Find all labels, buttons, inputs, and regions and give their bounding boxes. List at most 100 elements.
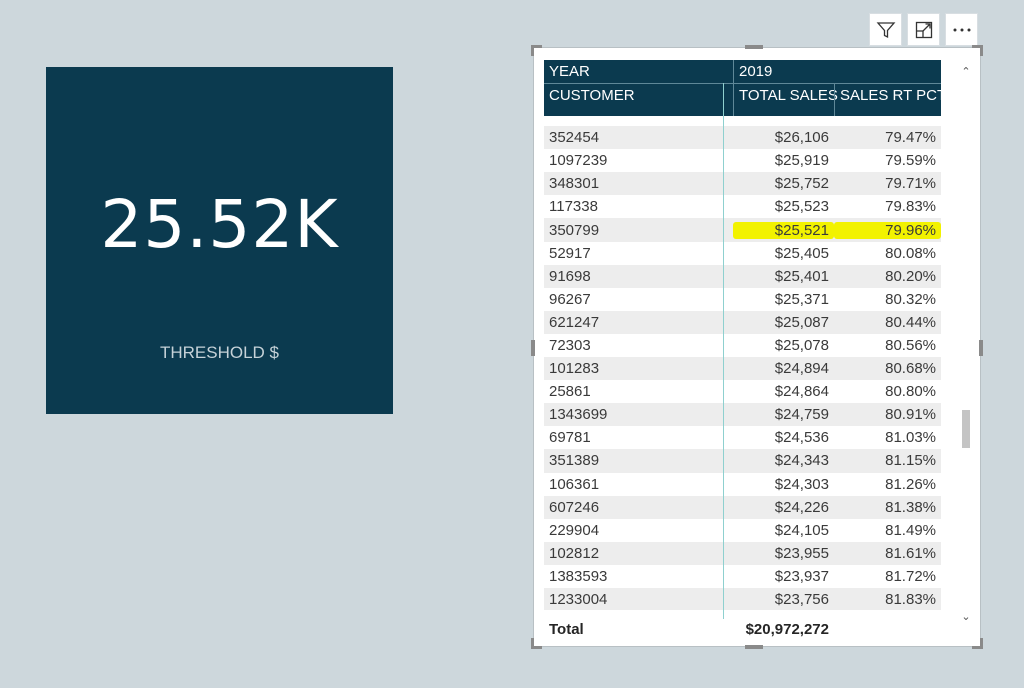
resize-handle-bottom-right[interactable] <box>972 638 983 649</box>
total-label: Total <box>549 621 584 638</box>
header-customer[interactable]: CUSTOMER <box>544 84 733 117</box>
customer-cell: 25861 <box>549 383 591 401</box>
sales-rt-pct-cell: 80.20% <box>885 267 936 285</box>
sales-rt-pct-cell: 80.44% <box>885 313 936 331</box>
sales-rt-pct-cell: 81.72% <box>885 567 936 585</box>
total-pct-value <box>834 619 941 643</box>
resize-handle-bottom-left[interactable] <box>531 638 542 649</box>
resize-handle-bottom[interactable] <box>745 645 763 649</box>
total-sales-cell: $25,523 <box>774 198 829 216</box>
total-sales-cell: $24,303 <box>774 475 829 493</box>
customer-cell: 117338 <box>549 198 598 216</box>
customer-cell: 72303 <box>549 336 591 354</box>
sales-rt-pct-cell: 81.03% <box>885 429 936 447</box>
table-row[interactable]: 52917 $25,405 80.08% <box>544 241 941 265</box>
sales-rt-pct-cell: 80.91% <box>885 406 936 424</box>
table-row[interactable]: 1383593 $23,937 81.72% <box>544 564 941 588</box>
table-rows: 352454 $26,106 79.47% 1097239 $25,919 79.59% 3… <box>544 116 941 610</box>
customer-cell: 621247 <box>549 313 600 331</box>
sales-rt-pct-cell: 79.96% <box>834 221 941 239</box>
resize-handle-top-right[interactable] <box>972 45 983 56</box>
sales-rt-pct-cell: 80.56% <box>885 336 936 354</box>
scroll-thumb[interactable] <box>962 410 970 448</box>
total-row: Total $20,972,272 <box>544 619 941 643</box>
table-row[interactable]: 72303 $25,078 80.56% <box>544 333 941 358</box>
table-row[interactable]: 69781 $24,536 81.03% <box>544 426 941 450</box>
table-row[interactable]: 96267 $25,371 80.32% <box>544 287 941 311</box>
scroll-down-icon[interactable]: ⌄ <box>959 610 973 624</box>
customer-cell: 350799 <box>549 221 600 239</box>
threshold-card[interactable]: 25.52K THRESHOLD $ <box>46 67 393 414</box>
vertical-scrollbar[interactable]: ⌃ ⌄ <box>959 62 973 624</box>
total-sales-cell: $25,752 <box>774 175 829 193</box>
table-row[interactable]: 350799 $25,521 79.96% <box>544 218 941 242</box>
customer-cell: 96267 <box>549 290 591 308</box>
sales-rt-pct-cell: 79.59% <box>885 152 936 170</box>
header-row-columns: CUSTOMER TOTAL SALES SALES RT PCT <box>544 83 946 117</box>
matrix-grid: YEAR 2019 CUSTOMER TOTAL SALES SALES RT … <box>544 60 946 610</box>
total-sales-cell: $24,536 <box>774 429 829 447</box>
customer-cell: 69781 <box>549 429 591 447</box>
total-sales-cell: $24,343 <box>774 452 829 470</box>
table-row[interactable]: 117338 $25,523 79.83% <box>544 195 941 219</box>
sales-rt-pct-cell: 81.15% <box>885 452 936 470</box>
table-row[interactable]: 352454 $26,106 79.47% <box>544 126 941 150</box>
customer-cell: 52917 <box>549 244 591 262</box>
column-divider <box>723 83 724 623</box>
total-sales-cell: $23,756 <box>774 591 829 609</box>
header-row-year: YEAR 2019 <box>544 60 941 83</box>
table-row[interactable]: 1233004 $23,756 81.83% <box>544 587 941 610</box>
table-row[interactable]: 106361 $24,303 81.26% <box>544 472 941 496</box>
resize-handle-left[interactable] <box>531 340 535 356</box>
table-row[interactable]: 102812 $23,955 81.61% <box>544 541 941 565</box>
sales-rt-pct-cell: 79.83% <box>885 198 936 216</box>
resize-handle-right[interactable] <box>979 340 983 356</box>
customer-cell: 1383593 <box>549 567 608 585</box>
sales-rt-pct-cell: 81.61% <box>885 544 936 562</box>
customer-cell: 607246 <box>549 498 600 516</box>
customer-cell: 1097239 <box>549 152 608 170</box>
header-total-sales[interactable]: TOTAL SALES <box>733 84 838 117</box>
table-row[interactable]: 1097239 $25,919 79.59% <box>544 149 941 173</box>
table-row[interactable] <box>544 116 941 127</box>
total-sales-cell: $26,106 <box>774 129 829 147</box>
sales-rt-pct-cell: 79.71% <box>885 175 936 193</box>
scroll-up-icon[interactable]: ⌃ <box>959 65 973 79</box>
resize-handle-top-left[interactable] <box>531 45 542 56</box>
table-row[interactable]: 101283 $24,894 80.68% <box>544 357 941 381</box>
focus-mode-button[interactable] <box>907 13 940 46</box>
more-options-button[interactable] <box>945 13 978 46</box>
table-row[interactable]: 351389 $24,343 81.15% <box>544 449 941 473</box>
header-sales-rt-pct[interactable]: SALES RT PCT <box>834 84 946 117</box>
customer-cell: 352454 <box>549 129 600 147</box>
sales-rt-pct-cell: 80.68% <box>885 360 936 378</box>
filter-button[interactable] <box>869 13 902 46</box>
table-row[interactable]: 229904 $24,105 81.49% <box>544 518 941 542</box>
total-sales-cell: $24,226 <box>774 498 829 516</box>
total-sales-cell: $25,919 <box>774 152 829 170</box>
sales-rt-pct-cell: 80.08% <box>885 244 936 262</box>
total-sales-cell: $24,759 <box>774 406 829 424</box>
card-value: 25.52K <box>100 186 339 263</box>
table-row[interactable]: 607246 $24,226 81.38% <box>544 495 941 519</box>
customer-cell: 106361 <box>549 475 600 493</box>
total-sales-cell: $25,371 <box>774 290 829 308</box>
total-sales-cell: $25,078 <box>774 336 829 354</box>
total-sales-cell: $23,937 <box>774 567 829 585</box>
table-body[interactable]: 352454 $26,106 79.47% 1097239 $25,919 79.59% 3… <box>544 116 941 610</box>
customer-cell: 102812 <box>549 544 600 562</box>
sales-rt-pct-cell: 80.80% <box>885 383 936 401</box>
table-row[interactable]: 91698 $25,401 80.20% <box>544 264 941 288</box>
table-row[interactable]: 621247 $25,087 80.44% <box>544 310 941 334</box>
table-row[interactable]: 25861 $24,864 80.80% <box>544 380 941 404</box>
visual-header <box>869 13 978 47</box>
total-sales-cell: $25,405 <box>774 244 829 262</box>
total-sales-cell: $24,894 <box>774 360 829 378</box>
customer-cell: 91698 <box>549 267 591 285</box>
header-year-value[interactable]: 2019 <box>733 60 941 83</box>
table-row[interactable]: 1343699 $24,759 80.91% <box>544 403 941 427</box>
table-row[interactable]: 348301 $25,752 79.71% <box>544 172 941 196</box>
table-visual[interactable]: YEAR 2019 CUSTOMER TOTAL SALES SALES RT … <box>531 45 983 649</box>
resize-handle-top[interactable] <box>745 45 763 49</box>
header-year-label[interactable]: YEAR <box>544 60 733 83</box>
